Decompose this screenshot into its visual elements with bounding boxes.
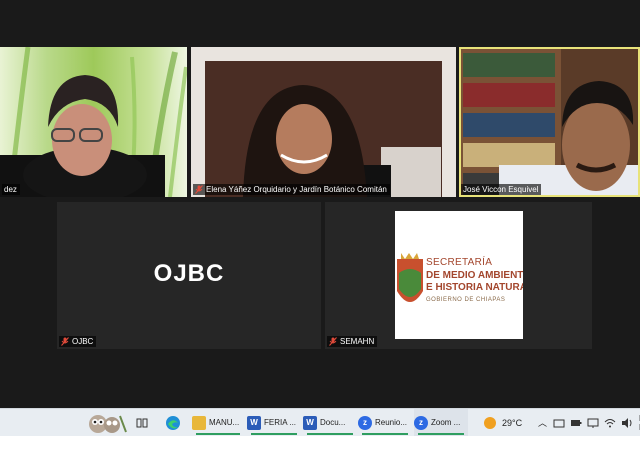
logo-line-1: SECRETARÍA: [426, 257, 493, 268]
active-indicator: [307, 433, 353, 435]
mic-muted-icon: [329, 337, 337, 346]
taskbar-item-label: FERIA ...: [264, 418, 297, 427]
video-tile-ojbc[interactable]: OJBC OJBC: [57, 202, 321, 349]
word-icon: W: [303, 415, 317, 430]
participant-name-label: dez: [2, 184, 20, 195]
volume-icon[interactable]: [621, 417, 633, 429]
sun-icon: [484, 416, 496, 429]
logo-line-2: DE MEDIO AMBIENTE: [426, 270, 523, 281]
logo-line-4: GOBIERNO DE CHIAPAS: [426, 297, 506, 303]
edge-browser-button[interactable]: [165, 409, 185, 436]
active-indicator: [362, 433, 408, 435]
video-tile-participant-3[interactable]: José Viccon Esquivel: [459, 47, 640, 197]
active-indicator: [196, 433, 240, 435]
folder-icon: [192, 415, 206, 430]
organization-logo: SECRETARÍA DE MEDIO AMBIENTE E HISTORIA …: [395, 211, 523, 339]
windows-taskbar: MANU... W FERIA ... W Docu... z Reunio..…: [0, 408, 640, 436]
system-tray: ︿ ES LA: [538, 409, 640, 436]
task-view-button[interactable]: [136, 409, 152, 436]
taskbar-item-reunio[interactable]: z Reunio...: [358, 409, 412, 436]
wifi-icon[interactable]: [604, 417, 616, 429]
monitor-icon[interactable]: [587, 417, 599, 429]
taskbar-item-label: Reunio...: [375, 418, 408, 427]
zoom-icon: z: [358, 415, 372, 430]
participant-name-label: José Viccon Esquivel: [461, 184, 542, 195]
active-indicator: [251, 433, 297, 435]
weather-temperature: 29°C: [502, 417, 523, 428]
logo-line-3: E HISTORIA NATURAL: [426, 282, 523, 293]
chiapas-shield-icon: [397, 253, 423, 302]
task-view-icon: [136, 418, 148, 427]
participant-video-3: [459, 47, 640, 197]
page-background-bottom: [0, 436, 640, 460]
network-icon[interactable]: [553, 417, 565, 429]
taskbar-item-label: Docu...: [320, 418, 346, 427]
battery-icon[interactable]: [570, 417, 582, 429]
mic-muted-icon: [195, 185, 203, 194]
mic-muted-icon: [61, 337, 69, 346]
participant-name-display: OJBC: [153, 260, 225, 287]
chevron-up-icon[interactable]: ︿: [538, 416, 547, 429]
taskbar-item-zoom[interactable]: z Zoom ...: [414, 409, 468, 436]
weather-widget[interactable]: 29°C: [482, 409, 522, 436]
participant-video-1: [0, 47, 187, 197]
word-icon: W: [247, 415, 261, 430]
taskbar-item-feria[interactable]: W FERIA ...: [247, 409, 301, 436]
participant-name-label: SEMAHN: [327, 336, 378, 347]
zoom-icon: z: [414, 415, 428, 430]
active-indicator: [418, 433, 464, 435]
participant-video-2: [191, 47, 456, 197]
edge-icon: [166, 415, 180, 430]
meeting-grid: dez Elena Yáñez Orquidario y Jardín Botá…: [0, 0, 640, 408]
taskbar-item-label: Zoom ...: [431, 418, 461, 427]
video-tile-participant-1[interactable]: dez: [0, 47, 187, 197]
taskbar-item-label: MANU...: [209, 418, 240, 427]
taskbar-item-manu[interactable]: MANU...: [192, 409, 244, 436]
taskbar-item-docu[interactable]: W Docu...: [303, 409, 357, 436]
video-tile-semahn[interactable]: SECRETARÍA DE MEDIO AMBIENTE E HISTORIA …: [325, 202, 592, 349]
participant-name-label: Elena Yáñez Orquidario y Jardín Botánico…: [193, 184, 390, 195]
owl-decoration-icon: [89, 415, 127, 433]
participant-name-label: OJBC: [59, 336, 97, 347]
video-tile-participant-2[interactable]: Elena Yáñez Orquidario y Jardín Botánico…: [191, 47, 456, 197]
